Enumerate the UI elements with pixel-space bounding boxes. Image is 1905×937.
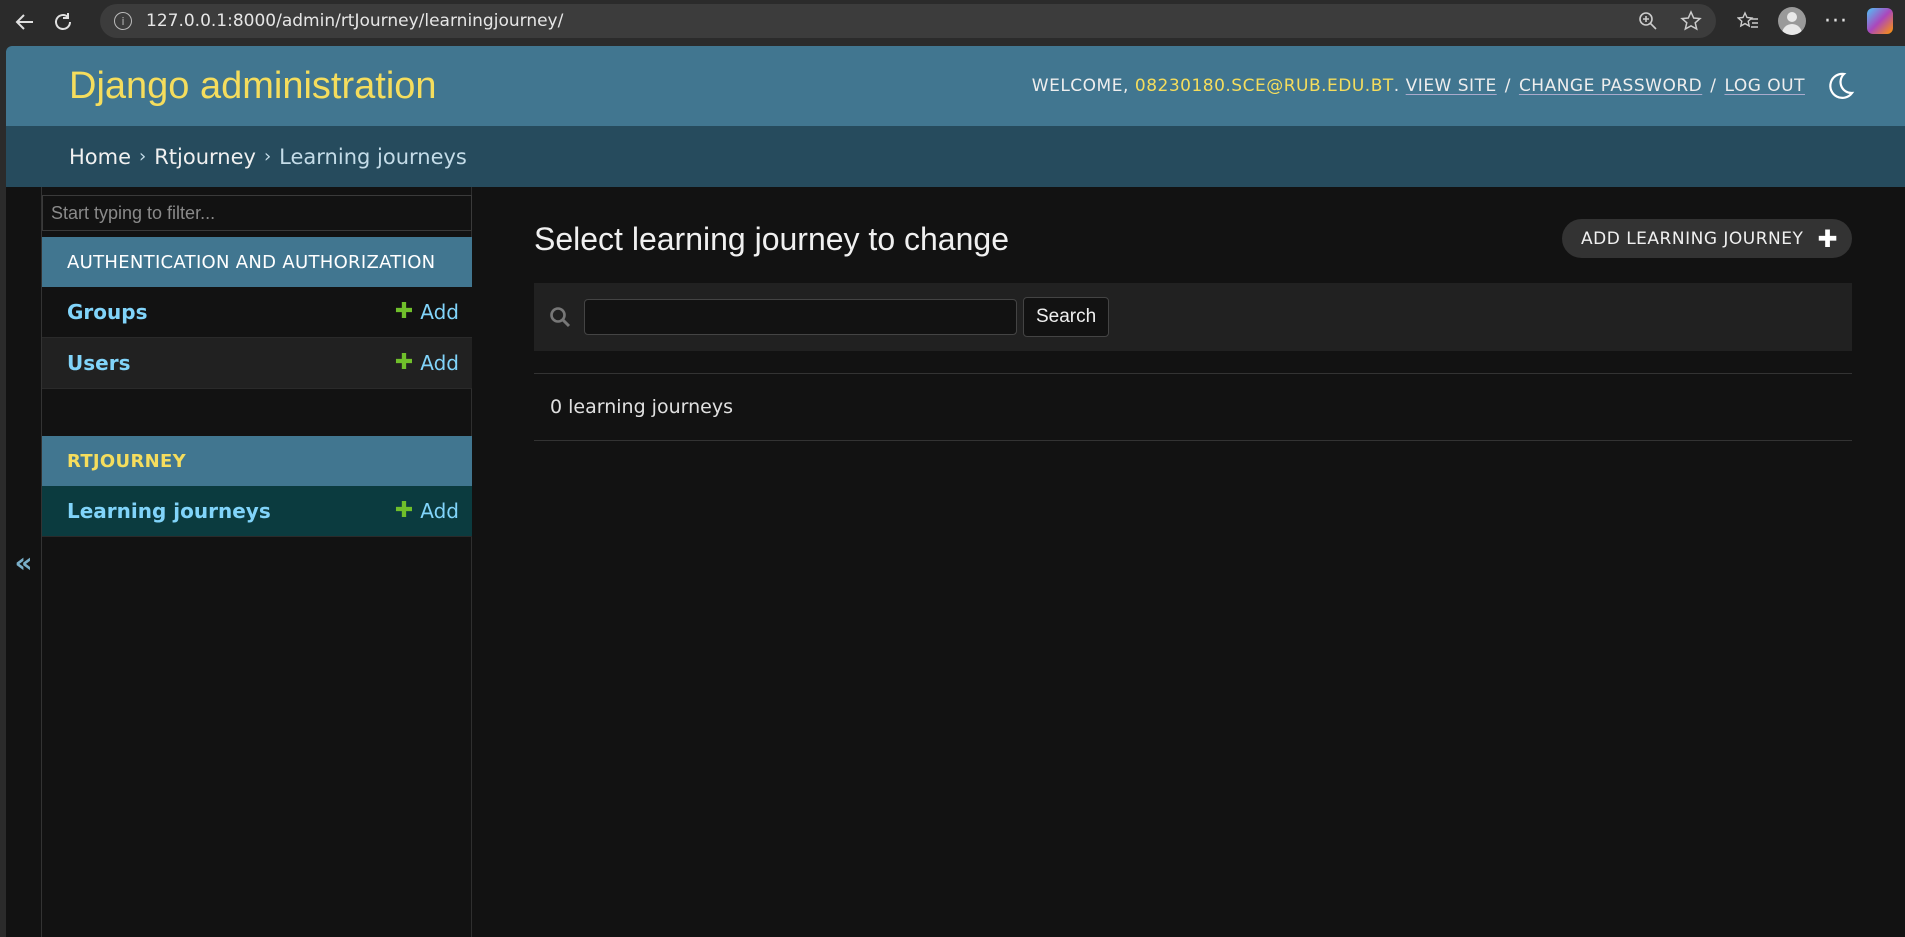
- module-auth: AUTHENTICATION AND AUTHORIZATION Groups …: [42, 237, 472, 389]
- nav-filter-input[interactable]: [42, 195, 472, 231]
- breadcrumb: Home › Rtjourney › Learning journeys: [6, 126, 1905, 187]
- breadcrumb-separator: ›: [263, 146, 272, 167]
- search-toolbar: Search: [534, 283, 1852, 351]
- breadcrumb-app[interactable]: Rtjourney: [154, 145, 256, 169]
- url-text: 127.0.0.1:8000/admin/rtJourney/learningj…: [146, 11, 564, 31]
- result-count: 0 learning journeys: [534, 373, 1852, 441]
- back-icon[interactable]: [8, 5, 42, 39]
- toggle-sidebar-button[interactable]: «: [6, 187, 42, 937]
- add-learning-journey-link[interactable]: ✚ Add: [395, 499, 459, 523]
- star-icon[interactable]: [1680, 10, 1702, 37]
- content: Select learning journey to change ADD LE…: [534, 187, 1852, 937]
- sidebar-item-users: Users ✚ Add: [42, 338, 472, 389]
- model-link-users[interactable]: Users: [67, 351, 130, 375]
- model-link-groups[interactable]: Groups: [67, 300, 147, 324]
- browser-toolbar: i 127.0.0.1:8000/admin/rtJourney/learnin…: [0, 0, 1905, 44]
- module-caption-rtjourney[interactable]: RTJOURNEY: [42, 436, 472, 486]
- reload-icon[interactable]: [46, 5, 80, 39]
- sidebar-item-groups: Groups ✚ Add: [42, 287, 472, 338]
- add-users-link[interactable]: ✚ Add: [395, 351, 459, 375]
- admin-page: Django administration WELCOME, 08230180.…: [6, 46, 1905, 937]
- user-tools: WELCOME, 08230180.SCE@RUB.EDU.BT . VIEW …: [1032, 69, 1857, 103]
- log-out-link[interactable]: LOG OUT: [1724, 76, 1805, 96]
- separator: /: [1504, 76, 1511, 96]
- separator: /: [1710, 76, 1717, 96]
- info-icon[interactable]: i: [114, 12, 132, 30]
- site-branding[interactable]: Django administration: [69, 65, 437, 108]
- plus-icon: ✚: [394, 498, 414, 523]
- main-area: « AUTHENTICATION AND AUTHORIZATION Group…: [6, 187, 1905, 937]
- module-caption-auth[interactable]: AUTHENTICATION AND AUTHORIZATION: [42, 237, 472, 287]
- header: Django administration WELCOME, 08230180.…: [6, 46, 1905, 126]
- sidebar-item-learning-journeys: Learning journeys ✚ Add: [42, 486, 472, 537]
- add-groups-link[interactable]: ✚ Add: [395, 300, 459, 324]
- add-label: Add: [420, 351, 459, 375]
- username: 08230180.SCE@RUB.EDU.BT: [1134, 76, 1394, 96]
- zoom-icon[interactable]: [1638, 11, 1658, 36]
- add-button-label: ADD LEARNING JOURNEY: [1581, 228, 1804, 249]
- plus-icon: ✚: [1817, 224, 1838, 253]
- plus-icon: ✚: [394, 299, 414, 324]
- view-site-link[interactable]: VIEW SITE: [1406, 76, 1497, 96]
- change-password-link[interactable]: CHANGE PASSWORD: [1519, 76, 1702, 96]
- search-button[interactable]: Search: [1023, 297, 1110, 337]
- module-rtjourney: RTJOURNEY Learning journeys ✚ Add: [42, 436, 472, 537]
- model-link-learning-journeys[interactable]: Learning journeys: [67, 499, 271, 523]
- search-icon: [548, 305, 572, 329]
- add-learning-journey-button[interactable]: ADD LEARNING JOURNEY ✚: [1562, 219, 1852, 258]
- breadcrumb-separator: ›: [139, 146, 147, 167]
- copilot-icon[interactable]: [1865, 4, 1895, 38]
- breadcrumb-home[interactable]: Home: [69, 145, 131, 169]
- page-title: Select learning journey to change: [534, 221, 1009, 257]
- plus-icon: ✚: [394, 350, 414, 375]
- add-label: Add: [420, 300, 459, 324]
- nav-sidebar: AUTHENTICATION AND AUTHORIZATION Groups …: [42, 187, 472, 937]
- add-label: Add: [420, 499, 459, 523]
- profile-icon[interactable]: [1777, 4, 1807, 38]
- search-input[interactable]: [584, 299, 1017, 335]
- welcome-dot: .: [1393, 76, 1400, 96]
- welcome-text: WELCOME,: [1031, 76, 1129, 96]
- theme-toggle-moon-icon[interactable]: [1823, 69, 1857, 103]
- breadcrumb-current: Learning journeys: [279, 144, 467, 169]
- address-bar[interactable]: i 127.0.0.1:8000/admin/rtJourney/learnin…: [100, 4, 1716, 38]
- more-icon[interactable]: ···: [1821, 4, 1851, 38]
- favorites-icon[interactable]: [1733, 4, 1763, 38]
